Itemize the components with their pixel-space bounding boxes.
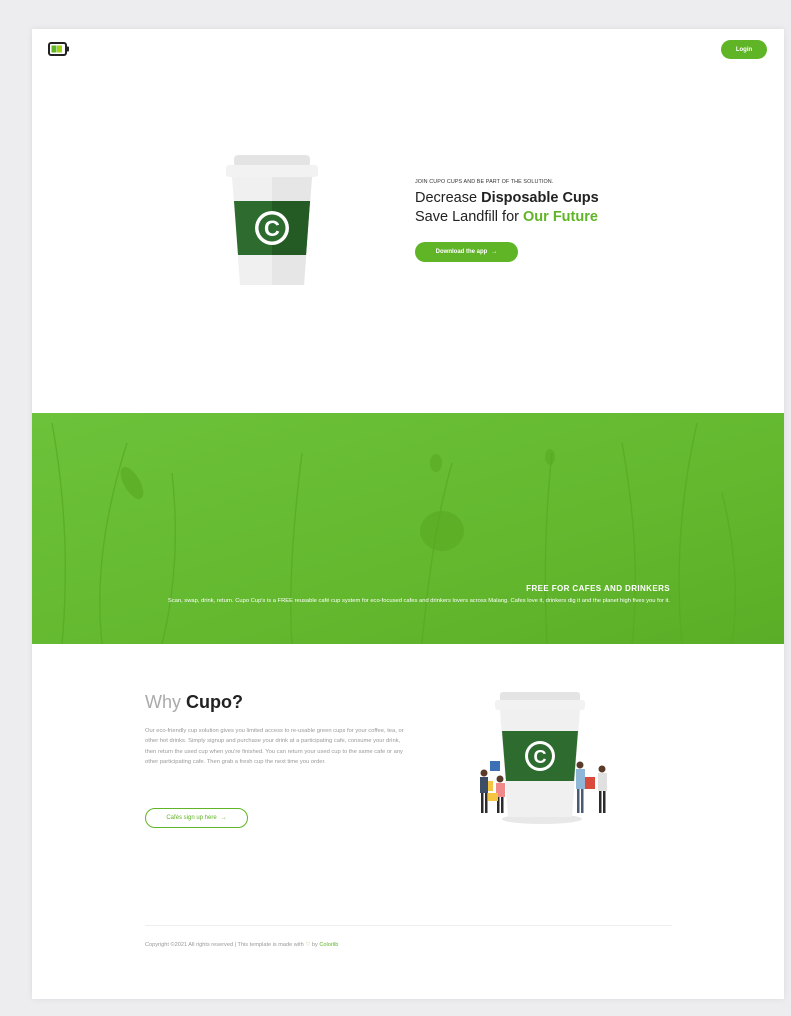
- colorlib-link[interactable]: Colorlib: [319, 942, 338, 948]
- arrow-right-icon: →: [220, 815, 227, 821]
- footer-prefix: Copyright ©2021 All rights reserved | Th…: [145, 942, 306, 948]
- cup-logo-letter: C: [264, 216, 280, 241]
- footer-copyright: Copyright ©2021 All rights reserved | Th…: [145, 942, 338, 948]
- footer-by: by: [310, 942, 320, 948]
- hero-headline-2-green: Our Future: [523, 209, 598, 225]
- download-app-button[interactable]: Download the app →: [415, 242, 518, 262]
- band-text: Scan, swap, drink, return. Cupo Cup's is…: [167, 598, 670, 604]
- cafes-sign-up-label: Cafés sign up here: [166, 815, 217, 821]
- why-title-light: Why: [145, 692, 187, 712]
- download-app-label: Download the app: [435, 249, 488, 255]
- page: Login C JOIN CUPO CUPS AND BE PART OF TH…: [32, 29, 784, 999]
- why-cupo-text: Our eco-friendly cup solution gives you …: [145, 728, 404, 766]
- hero-headline-1-bold: Disposable Cups: [481, 190, 599, 206]
- battery-logo-icon[interactable]: [48, 42, 70, 56]
- hero-headline-2-prefix: Save Landfill for: [415, 209, 524, 225]
- band-title: FREE FOR CAFES AND DRINKERS: [526, 584, 670, 593]
- cafes-sign-up-button[interactable]: Cafés sign up here →: [145, 808, 248, 828]
- hero-headline-1: Decrease Disposable Cups: [415, 189, 715, 208]
- green-banner: FREE FOR CAFES AND DRINKERS Scan, swap, …: [32, 413, 784, 644]
- footer-divider: [145, 925, 672, 926]
- hero-kicker: JOIN CUPO CUPS AND BE PART OF THE SOLUTI…: [415, 179, 554, 185]
- why-title-bold: Cupo?: [186, 692, 243, 712]
- people-with-cup-illustration: C: [480, 692, 607, 824]
- grass-background-image: [32, 413, 784, 644]
- hero-headline-2: Save Landfill for Our Future: [415, 208, 715, 227]
- illustration-cup-letter: C: [534, 747, 547, 767]
- login-button[interactable]: Login: [721, 40, 767, 59]
- hero-text: JOIN CUPO CUPS AND BE PART OF THE SOLUTI…: [415, 179, 715, 227]
- arrow-right-icon: →: [491, 249, 498, 255]
- why-cupo-title: Why Cupo?: [145, 692, 243, 713]
- coffee-cup-illustration: C: [226, 155, 318, 285]
- hero-headline-1-prefix: Decrease: [415, 190, 482, 206]
